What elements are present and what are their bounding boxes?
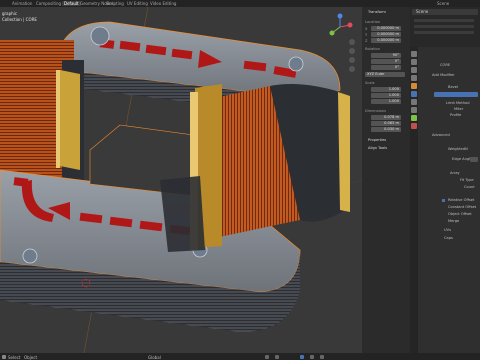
location-y-label: Y [365,33,368,37]
location-x-label: X [365,27,368,31]
outliner: Scene [410,7,480,47]
bevel-modifier-header[interactable]: Bevel [448,85,458,89]
object-name: CORE [440,63,451,67]
properties-subpanel[interactable]: Properties [368,138,386,142]
render-tab-icon[interactable] [411,59,417,65]
pan-icon[interactable] [349,48,355,54]
outliner-row [414,31,474,34]
shading-material-icon[interactable] [310,354,314,359]
viewport-overlay-line2: Collection | CORE [2,17,37,22]
transform-orientation-select[interactable]: Global [148,355,161,360]
scene-tab-icon[interactable] [411,75,417,81]
scene-selector[interactable]: Scene [437,1,449,6]
tab-animation[interactable]: Animation [12,1,32,6]
dimensions-z-field[interactable]: 0.030 m [371,127,401,132]
modifier-tab-icon[interactable] [411,91,417,97]
fit-type-label: Fit Type [460,178,474,182]
3d-viewport[interactable]: graphic Collection | CORE [0,7,362,353]
tab-compositing[interactable]: Compositing [36,1,61,6]
tab-video-editing[interactable]: Video Editing [150,1,176,6]
tab-scripting[interactable]: Scripting [106,1,124,6]
location-x-field[interactable]: 0.000000 m [371,26,401,31]
material-tab-icon[interactable] [411,123,417,129]
dimensions-label: Dimensions [365,109,386,113]
scale-label: Scale [365,81,375,85]
navigation-gizmo[interactable] [326,13,356,39]
data-tab-icon[interactable] [411,115,417,121]
tab-default[interactable]: Default [62,1,81,6]
rotation-x-field[interactable]: 90° [371,53,401,58]
location-label: Location [365,20,381,24]
workspace-tabs-bar: Animation Compositing Default Geometry N… [0,0,480,7]
merge-label[interactable]: Merge [448,219,459,223]
count-label: Count [464,185,475,189]
transform-header[interactable]: Transform [368,10,386,14]
properties-editor: CORE Add Modifier Bevel Limit Method Mit… [410,47,480,353]
align-tools-subpanel[interactable]: Align Tools [368,146,387,150]
status-bar: Select Object Global [0,353,480,360]
scale-x-field[interactable]: 1.000 [371,87,401,92]
rotation-z-field[interactable]: 0° [371,65,401,70]
shading-solid-icon[interactable] [300,354,304,359]
advanced-subpanel[interactable]: Advanced [432,133,450,137]
rotation-label: Rotation [365,47,381,51]
relative-offset-checkbox[interactable] [442,199,445,202]
edge-angle-field[interactable] [470,157,478,162]
viewport-overlay-line1: graphic [2,11,18,16]
sidebar-n-panel: Transform Location X 0.000000 m Y 0.0000… [362,7,410,353]
camera-icon[interactable] [349,57,355,63]
tool-tab-icon[interactable] [411,51,417,57]
constraint-tab-icon[interactable] [411,107,417,113]
scale-y-field[interactable]: 1.000 [371,93,401,98]
constant-offset-label[interactable]: Constant Offset [448,205,476,209]
grid-icon[interactable] [349,66,355,72]
zoom-icon[interactable] [349,39,355,45]
outliner-row [414,25,474,28]
snap-icon[interactable] [265,354,269,359]
object-offset-label[interactable]: Object Offset [448,212,472,216]
array-modifier-header[interactable]: Array [450,171,460,175]
physics-tab-icon[interactable] [411,99,417,105]
miter-label: Miter [454,107,464,111]
outliner-row [414,19,474,22]
status-select: Select [8,354,21,360]
rotation-mode-select[interactable]: XYZ Euler [365,72,405,77]
rotation-y-field[interactable]: 0° [371,59,401,64]
limit-method-label: Limit Method [446,101,470,105]
location-z-field[interactable]: 0.000000 m [371,38,401,43]
properties-tabs [410,47,418,353]
output-tab-icon[interactable] [411,67,417,73]
scale-z-field[interactable]: 1.000 [371,99,401,104]
proportional-edit-icon[interactable] [275,354,279,359]
profile-label: Profile [450,113,462,117]
location-y-field[interactable]: 0.000000 m [371,32,401,37]
uvs-subpanel[interactable]: UVs [444,228,451,232]
shading-rendered-icon[interactable] [320,354,324,359]
transformer-model [0,7,362,353]
add-modifier-button[interactable]: Add Modifier [432,73,455,77]
dimensions-y-field[interactable]: 0.065 m [371,121,401,126]
limit-method-active-option[interactable] [434,92,478,97]
tab-uv-editing[interactable]: UV Editing [127,1,148,6]
location-z-label: Z [365,39,368,43]
viewport-nav-buttons [349,39,357,75]
dimensions-x-field[interactable]: 0.078 m [371,115,401,120]
caps-subpanel[interactable]: Caps [444,236,453,240]
mouse-left-icon [2,354,6,359]
weighted-normal-modifier[interactable]: WeightedN [448,147,468,151]
status-context: Object [24,354,38,360]
object-tab-icon[interactable] [411,83,417,89]
outliner-scene-label: Scene [416,9,429,14]
relative-offset-label: Relative Offset [448,198,475,202]
